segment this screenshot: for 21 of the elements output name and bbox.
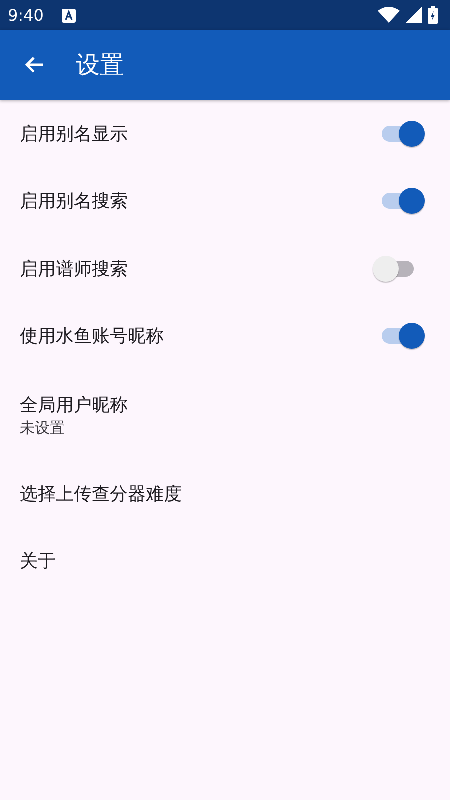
- setting-label: 启用谱师搜索: [20, 258, 129, 281]
- setting-item[interactable]: 启用别名搜索: [0, 168, 450, 235]
- setting-label: 关于: [20, 550, 56, 574]
- setting-label: 全局用户昵称: [20, 394, 128, 416]
- setting-label: 选择上传查分器难度: [20, 482, 182, 506]
- wifi-icon: [378, 7, 400, 23]
- setting-summary: 未设置: [20, 418, 66, 438]
- notification-icon: [62, 8, 76, 22]
- setting-item[interactable]: 选择上传查分器难度: [0, 460, 450, 528]
- setting-label: 启用别名显示: [20, 122, 129, 146]
- setting-item[interactable]: 启用谱师搜索: [0, 235, 450, 302]
- setting-item[interactable]: 关于: [0, 528, 450, 595]
- status-time: 9:40: [8, 6, 44, 24]
- screen-title: 设置: [76, 50, 124, 81]
- setting-label: 启用别名搜索: [20, 190, 129, 214]
- setting-item[interactable]: 全局用户昵称 未设置: [0, 370, 450, 460]
- signal-icon: [406, 7, 422, 23]
- setting-item[interactable]: 启用别名显示: [0, 100, 450, 168]
- setting-label: 使用水鱼账号昵称: [20, 325, 165, 348]
- setting-item[interactable]: 使用水鱼账号昵称: [0, 302, 450, 370]
- battery-icon: [428, 6, 438, 24]
